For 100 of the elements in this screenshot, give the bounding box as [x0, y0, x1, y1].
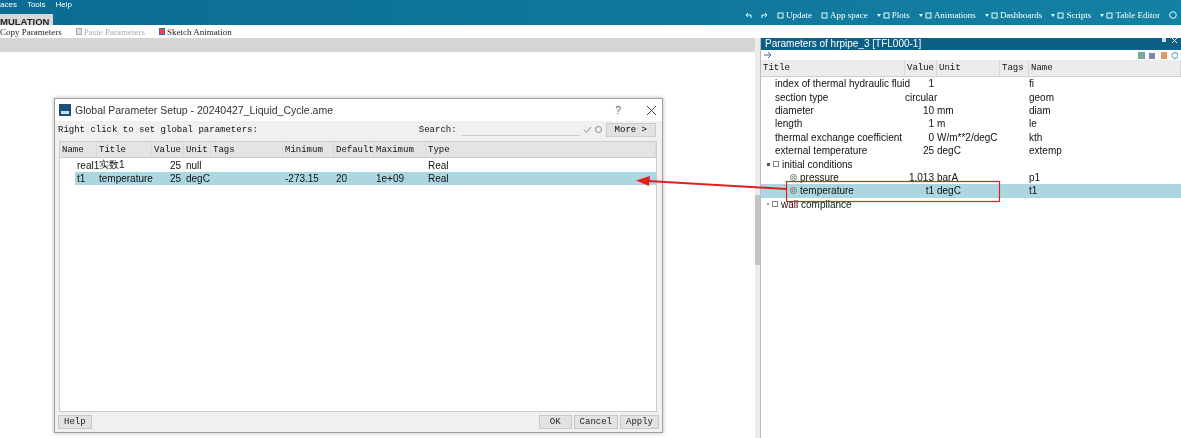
table-row[interactable]: t1 temperature 25 degC -273.15 20 1e+09 Real — [75, 171, 656, 185]
parameter-row[interactable]: length 1 m le — [761, 117, 1181, 131]
table-cell-text: 20 — [335, 172, 349, 184]
column-header[interactable]: Value — [152, 142, 184, 157]
parameter-unit: barA — [937, 171, 960, 183]
parameter-row[interactable]: pressure 1.013 barA p1 — [761, 170, 1181, 185]
help-button[interactable]: ? — [615, 104, 621, 116]
parameter-value: 1.013 — [907, 171, 935, 183]
column-header[interactable]: Name — [60, 142, 97, 157]
parameter-unit: mm — [937, 104, 955, 116]
column-header[interactable]: Title — [97, 142, 152, 157]
parameter-unit: degC — [937, 185, 962, 197]
group-title: initial conditions — [782, 158, 853, 170]
column-header[interactable]: Tags — [1000, 60, 1029, 76]
column-header[interactable]: Maximum — [374, 142, 426, 157]
toolbar-button[interactable]: Table Editor — [1100, 10, 1160, 20]
clear-icon[interactable] — [594, 126, 602, 133]
parameter-value: circular — [905, 91, 937, 103]
column-header[interactable]: Name — [1029, 60, 1181, 76]
app-icon — [59, 104, 71, 116]
parameter-row[interactable]: external temperature 25 degC extemp — [761, 143, 1181, 158]
tool-icon[interactable] — [764, 52, 771, 58]
toolbar-button[interactable]: App space — [821, 10, 868, 20]
parameter-value: 0 — [927, 131, 935, 143]
toolbar-button[interactable]: Dashboards — [984, 10, 1043, 20]
column-header[interactable]: Minimum — [283, 142, 334, 157]
parameter-title: thermal exchange coefficient — [775, 131, 903, 143]
mode-tab[interactable]: MULATION — [0, 14, 54, 25]
parameter-unit: degC — [937, 145, 962, 157]
parameter-title: section type — [775, 91, 829, 103]
caret-icon[interactable] — [876, 13, 881, 17]
column-header[interactable]: Unit — [184, 142, 211, 157]
dialog-button[interactable]: Apply — [620, 415, 659, 429]
table-cell-text: 25 — [168, 172, 182, 184]
toolbar-button[interactable]: Plots — [876, 10, 910, 20]
caret-icon[interactable] — [984, 13, 989, 17]
table-cell-text: temperature — [98, 172, 152, 184]
document-icon — [75, 28, 82, 35]
redo-icon[interactable] — [761, 11, 769, 19]
parameter-row[interactable]: thermal exchange coefficient 0 W/m**2/degC kth — [761, 130, 1181, 144]
parameter-title: temperature — [800, 185, 854, 197]
document-icon — [158, 28, 165, 35]
parameter-icon — [790, 173, 797, 181]
toolbar-button[interactable]: Sketch Animation — [158, 26, 232, 37]
parameter-name: le — [1029, 118, 1038, 130]
toolbar-button[interactable]: Copy Parameters — [0, 26, 62, 37]
parameter-title: index of thermal hydraulic fluid — [775, 78, 911, 90]
parameter-row[interactable]: diameter 10 mm diam — [761, 103, 1181, 118]
scrollbar[interactable] — [755, 38, 760, 438]
dialog-title: Global Parameter Setup - 20240427_Liquid_Cycle.ame — [75, 104, 333, 116]
search-label: Search: — [418, 124, 457, 135]
parameter-title: pressure — [800, 171, 839, 183]
table-cell-text: 25 — [168, 159, 182, 171]
column-header[interactable]: Tags — [211, 142, 283, 157]
parameter-name: p1 — [1029, 171, 1042, 183]
dialog-button[interactable]: Cancel — [573, 415, 618, 429]
toolbar-button[interactable]: Animations — [918, 10, 976, 20]
caret-icon[interactable] — [918, 13, 923, 17]
view-options-icon[interactable] — [1138, 51, 1178, 59]
folder-icon — [772, 201, 778, 208]
parameter-title: diameter — [775, 104, 814, 116]
table-cell-text: -273.15 — [284, 172, 320, 184]
column-header[interactable]: Value — [905, 60, 937, 76]
parameter-value: 25 — [921, 145, 935, 157]
table-row[interactable]: real1实数1 25 null Real — [75, 158, 656, 172]
caret-icon[interactable] — [1100, 13, 1105, 17]
parameter-name: kth — [1029, 131, 1044, 143]
parameter-name: t1 — [1029, 185, 1039, 197]
dialog-button[interactable]: OK — [538, 415, 572, 429]
column-header[interactable]: Unit — [937, 60, 1000, 76]
help-icon[interactable] — [1169, 11, 1177, 19]
column-header[interactable]: Title — [761, 60, 905, 76]
dialog-button[interactable]: Help — [58, 415, 92, 429]
close-icon[interactable] — [647, 105, 656, 115]
parameter-title: external temperature — [775, 145, 868, 157]
parameter-row[interactable]: section type circular geom — [761, 90, 1181, 104]
table-cell-text: 1e+09 — [375, 172, 406, 184]
column-header[interactable]: Default — [334, 142, 374, 157]
parameter-value: t1 — [924, 185, 935, 197]
table-cell-text: t1 — [76, 172, 87, 184]
toolbar-button[interactable]: Update — [777, 10, 813, 20]
menu-item[interactable]: aces — [0, 0, 17, 9]
undo-icon[interactable] — [745, 11, 753, 19]
parameter-row[interactable]: index of thermal hydraulic fluid 1 fi — [761, 77, 1181, 91]
menu-item[interactable]: Tools — [26, 0, 46, 9]
parameter-unit: W/m**2/degC — [937, 131, 999, 143]
parameter-value: 10 — [921, 104, 935, 116]
toolbar-button[interactable]: Scripts — [1051, 10, 1092, 20]
folder-icon — [773, 161, 779, 168]
parameter-unit: m — [937, 118, 947, 130]
parameter-icon — [790, 187, 797, 195]
menu-item[interactable]: Help — [55, 0, 73, 9]
more-button[interactable]: More > — [605, 122, 656, 137]
table-cell-text: Real — [427, 172, 450, 184]
expanded-icon[interactable] — [767, 162, 770, 166]
column-header[interactable]: Type — [426, 142, 656, 157]
check-icon[interactable] — [583, 126, 591, 133]
caret-icon[interactable] — [1051, 13, 1056, 17]
parameter-row[interactable]: temperature t1 degC t1 — [761, 184, 1181, 198]
table-cell-text: Real — [427, 159, 450, 171]
